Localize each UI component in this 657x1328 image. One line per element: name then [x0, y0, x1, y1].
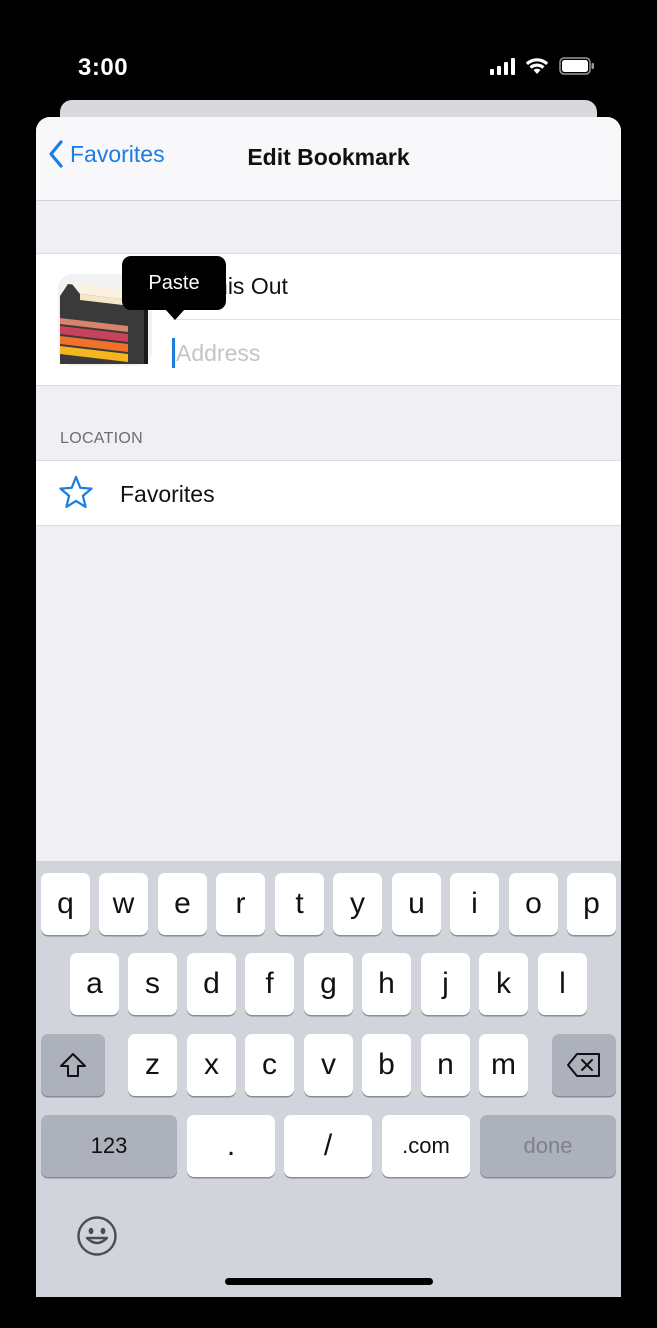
key-r[interactable]: r — [216, 873, 265, 935]
key-y[interactable]: y — [333, 873, 382, 935]
key-b[interactable]: b — [362, 1034, 411, 1096]
status-time: 3:00 — [78, 54, 129, 81]
navigation-bar: Favorites Edit Bookmark — [36, 117, 621, 201]
key-p[interactable]: p — [567, 873, 616, 935]
location-folder-row[interactable]: Favorites — [36, 460, 621, 526]
wifi-icon — [525, 58, 549, 74]
keyboard: q w e r t y u i o p a s d f g h j k l z … — [36, 861, 621, 1297]
bookmark-address-row — [172, 320, 621, 386]
text-cursor — [172, 338, 175, 368]
key-a[interactable]: a — [70, 953, 119, 1015]
key-f[interactable]: f — [245, 953, 294, 1015]
numbers-key[interactable]: 123 — [41, 1115, 177, 1177]
key-slash[interactable]: / — [284, 1115, 372, 1177]
paste-tooltip-arrow — [165, 309, 185, 320]
key-m[interactable]: m — [479, 1034, 528, 1096]
key-n[interactable]: n — [421, 1034, 470, 1096]
cellular-signal-icon — [490, 57, 515, 75]
shift-icon — [60, 1053, 86, 1077]
bookmark-title-field[interactable]: ck This Out — [172, 254, 621, 320]
key-t[interactable]: t — [275, 873, 324, 935]
home-indicator[interactable] — [225, 1278, 433, 1285]
key-g[interactable]: g — [304, 953, 353, 1015]
location-folder-label: Favorites — [120, 481, 215, 507]
battery-icon — [559, 57, 594, 75]
paste-button[interactable]: Paste — [122, 256, 226, 310]
key-l[interactable]: l — [538, 953, 587, 1015]
status-icons — [490, 57, 595, 75]
key-v[interactable]: v — [304, 1034, 353, 1096]
key-dotcom[interactable]: .com — [382, 1115, 470, 1177]
star-icon — [59, 475, 93, 509]
key-h[interactable]: h — [362, 953, 411, 1015]
shift-key[interactable] — [41, 1034, 105, 1096]
key-z[interactable]: z — [128, 1034, 177, 1096]
key-c[interactable]: c — [245, 1034, 294, 1096]
key-w[interactable]: w — [99, 873, 148, 935]
backspace-key[interactable] — [552, 1034, 616, 1096]
status-bar: 3:00 — [0, 0, 657, 110]
done-key[interactable]: done — [480, 1115, 616, 1177]
key-e[interactable]: e — [158, 873, 207, 935]
page-title: Edit Bookmark — [247, 144, 410, 170]
key-d[interactable]: d — [187, 953, 236, 1015]
location-section-header: LOCATION — [60, 430, 144, 447]
backspace-icon — [567, 1053, 600, 1077]
key-u[interactable]: u — [392, 873, 441, 935]
emoji-icon[interactable] — [76, 1215, 118, 1257]
key-k[interactable]: k — [479, 953, 528, 1015]
key-dot[interactable]: . — [187, 1115, 275, 1177]
key-q[interactable]: q — [41, 873, 90, 935]
edit-bookmark-sheet: Favorites Edit Bookmark ck This Out Past… — [36, 117, 621, 1297]
key-x[interactable]: x — [187, 1034, 236, 1096]
key-i[interactable]: i — [450, 873, 499, 935]
key-o[interactable]: o — [509, 873, 558, 935]
address-input[interactable] — [176, 339, 576, 367]
key-j[interactable]: j — [421, 953, 470, 1015]
key-s[interactable]: s — [128, 953, 177, 1015]
